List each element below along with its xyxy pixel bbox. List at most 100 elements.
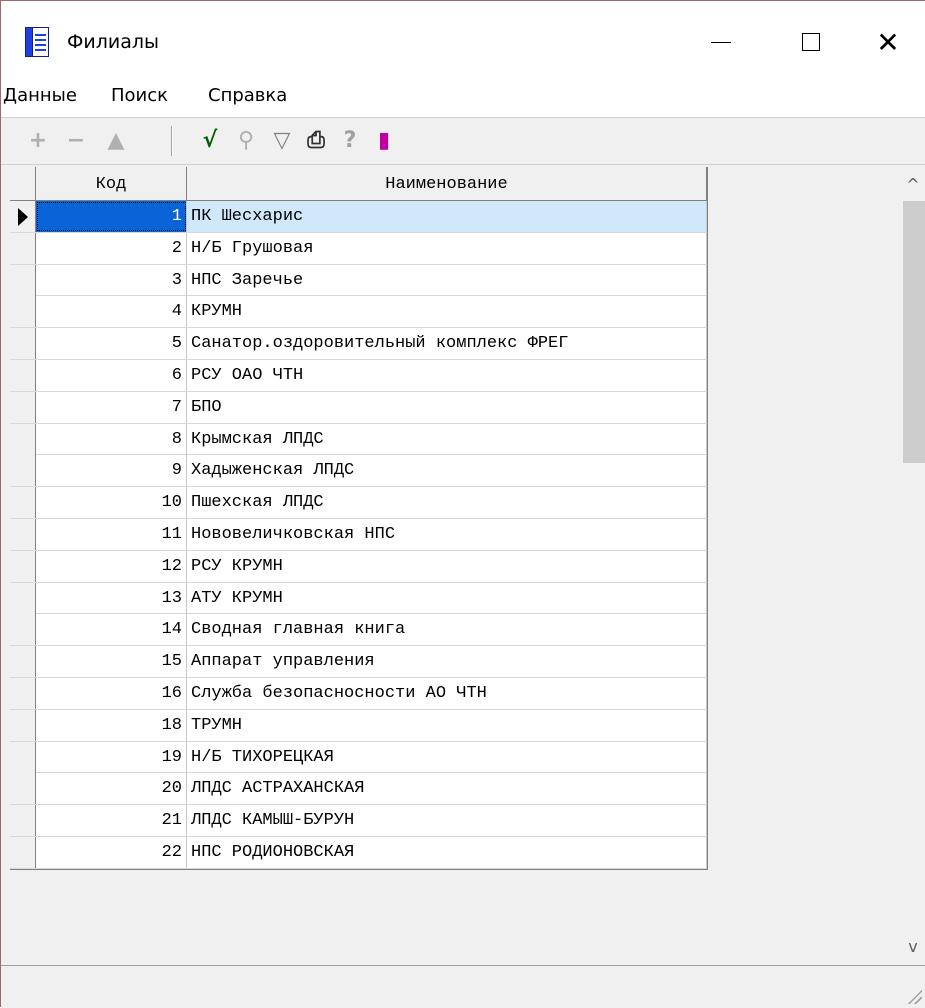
cell-name[interactable]: БПО <box>187 391 707 423</box>
row-indicator[interactable] <box>10 582 36 614</box>
row-indicator[interactable] <box>10 359 36 391</box>
cell-name[interactable]: АТУ КРУМН <box>187 582 707 614</box>
cell-code[interactable]: 5 <box>36 328 187 360</box>
row-indicator[interactable] <box>10 232 36 264</box>
table-row[interactable]: 6 РСУ ОАО ЧТН <box>10 359 707 392</box>
row-indicator[interactable] <box>10 741 36 773</box>
cell-name[interactable]: Н/Б ТИХОРЕЦКАЯ <box>187 741 707 773</box>
row-indicator[interactable] <box>10 201 36 232</box>
column-header-name[interactable]: Наименование <box>187 167 707 201</box>
cell-name[interactable]: Хадыженская ЛПДС <box>187 455 707 487</box>
cell-code[interactable]: 11 <box>36 518 187 550</box>
row-indicator[interactable] <box>10 518 36 550</box>
cell-name[interactable]: РСУ КРУМН <box>187 550 707 582</box>
row-indicator[interactable] <box>10 646 36 678</box>
close-button[interactable]: ✕ <box>853 13 923 71</box>
cell-name[interactable]: ЛПДС АСТРАХАНСКАЯ <box>187 773 707 805</box>
table-row[interactable]: 19 Н/Б ТИХОРЕЦКАЯ <box>10 741 707 774</box>
row-indicator[interactable] <box>10 423 36 455</box>
cell-code[interactable]: 2 <box>36 232 187 264</box>
cell-name[interactable]: ТРУМН <box>187 709 707 741</box>
cell-code[interactable]: 19 <box>36 741 187 773</box>
table-row[interactable]: 20 ЛПДС АСТРАХАНСКАЯ <box>10 773 707 806</box>
filter-button[interactable]: ▽ <box>269 126 295 154</box>
row-indicator[interactable] <box>10 487 36 519</box>
table-row[interactable]: 21 ЛПДС КАМЫШ-БУРУН <box>10 805 707 837</box>
title-bar[interactable]: Филиалы ✕ <box>1 1 925 73</box>
table-row[interactable]: 1 ПК Шесхарис <box>10 201 707 233</box>
table-row[interactable]: 22 НПС РОДИОНОВСКАЯ <box>10 836 707 869</box>
cell-code[interactable]: 12 <box>36 550 187 582</box>
scroll-up-button[interactable]: ^ <box>900 169 925 199</box>
cell-code[interactable]: 9 <box>36 455 187 487</box>
table-row[interactable]: 18 ТРУМН <box>10 709 707 742</box>
cell-name[interactable]: Санатор.оздоровительный комплекс ФРЕГ <box>187 328 707 360</box>
cell-name[interactable]: Пшехская ЛПДС <box>187 487 707 519</box>
cell-code[interactable]: 7 <box>36 391 187 423</box>
table-row[interactable]: 5 Санатор.оздоровительный комплекс ФРЕГ <box>10 328 707 360</box>
table-row[interactable]: 3 НПС Заречье <box>10 264 707 297</box>
cell-code[interactable]: 10 <box>36 487 187 519</box>
table-row[interactable]: 14 Сводная главная книга <box>10 614 707 647</box>
scroll-thumb[interactable] <box>903 201 925 463</box>
cell-code[interactable]: 8 <box>36 423 187 455</box>
cell-code[interactable]: 6 <box>36 359 187 391</box>
cell-code[interactable]: 20 <box>36 773 187 805</box>
vertical-scrollbar[interactable]: ^ v <box>900 167 925 963</box>
cell-name[interactable]: НПС Заречье <box>187 264 707 296</box>
cell-code[interactable]: 14 <box>36 614 187 646</box>
row-indicator[interactable] <box>10 614 36 646</box>
edit-record-button[interactable]: ▲ <box>103 126 129 154</box>
cell-code[interactable]: 21 <box>36 805 187 837</box>
cell-name[interactable]: ЛПДС КАМЫШ-БУРУН <box>187 805 707 837</box>
cell-code[interactable]: 22 <box>36 836 187 868</box>
export-button[interactable]: ▮ <box>371 126 397 154</box>
row-indicator[interactable] <box>10 328 36 360</box>
find-button[interactable]: ⚲ <box>233 126 259 154</box>
menu-search[interactable]: Поиск <box>111 85 168 106</box>
cell-code[interactable]: 3 <box>36 264 187 296</box>
cell-code[interactable]: 4 <box>36 296 187 328</box>
resize-grip-icon[interactable] <box>906 988 922 1004</box>
row-indicator[interactable] <box>10 677 36 709</box>
row-indicator[interactable] <box>10 264 36 296</box>
add-record-button[interactable]: + <box>25 126 51 154</box>
maximize-button[interactable] <box>776 13 846 71</box>
table-row[interactable]: 11 Нововеличковская НПС <box>10 518 707 551</box>
cell-name[interactable]: Крымская ЛПДС <box>187 423 707 455</box>
table-row[interactable]: 4 КРУМН <box>10 296 707 329</box>
table-row[interactable]: 10 Пшехская ЛПДС <box>10 487 707 519</box>
cell-name[interactable]: ПК Шесхарис <box>187 201 707 232</box>
print-button[interactable]: ⎙ <box>303 126 329 154</box>
cell-name[interactable]: РСУ ОАО ЧТН <box>187 359 707 391</box>
cell-name[interactable]: Сводная главная книга <box>187 614 707 646</box>
cell-name[interactable]: КРУМН <box>187 296 707 328</box>
cell-name[interactable]: Служба безопасносности АО ЧТН <box>187 677 707 709</box>
row-indicator[interactable] <box>10 805 36 837</box>
row-indicator[interactable] <box>10 391 36 423</box>
row-indicator[interactable] <box>10 296 36 328</box>
cell-code[interactable]: 15 <box>36 646 187 678</box>
column-header-code[interactable]: Код <box>36 167 187 201</box>
menu-help[interactable]: Справка <box>208 85 287 106</box>
cell-code[interactable]: 16 <box>36 677 187 709</box>
row-indicator[interactable] <box>10 836 36 868</box>
table-row[interactable]: 8 Крымская ЛПДС <box>10 423 707 456</box>
table-row[interactable]: 12 РСУ КРУМН <box>10 550 707 583</box>
row-indicator[interactable] <box>10 773 36 805</box>
cell-code[interactable]: 18 <box>36 709 187 741</box>
cell-code[interactable]: 13 <box>36 582 187 614</box>
cell-name[interactable]: Нововеличковская НПС <box>187 518 707 550</box>
delete-record-button[interactable]: − <box>63 126 89 154</box>
cell-name[interactable]: НПС РОДИОНОВСКАЯ <box>187 836 707 868</box>
scroll-down-button[interactable]: v <box>900 931 925 961</box>
post-record-button[interactable]: √ <box>197 126 223 154</box>
row-indicator[interactable] <box>10 550 36 582</box>
table-row[interactable]: 7 БПО <box>10 391 707 424</box>
row-indicator[interactable] <box>10 709 36 741</box>
help-button[interactable]: ? <box>337 126 363 154</box>
table-row[interactable]: 15 Аппарат управления <box>10 646 707 678</box>
table-row[interactable]: 9 Хадыженская ЛПДС <box>10 455 707 488</box>
row-indicator[interactable] <box>10 455 36 487</box>
table-row[interactable]: 16 Служба безопасносности АО ЧТН <box>10 677 707 710</box>
